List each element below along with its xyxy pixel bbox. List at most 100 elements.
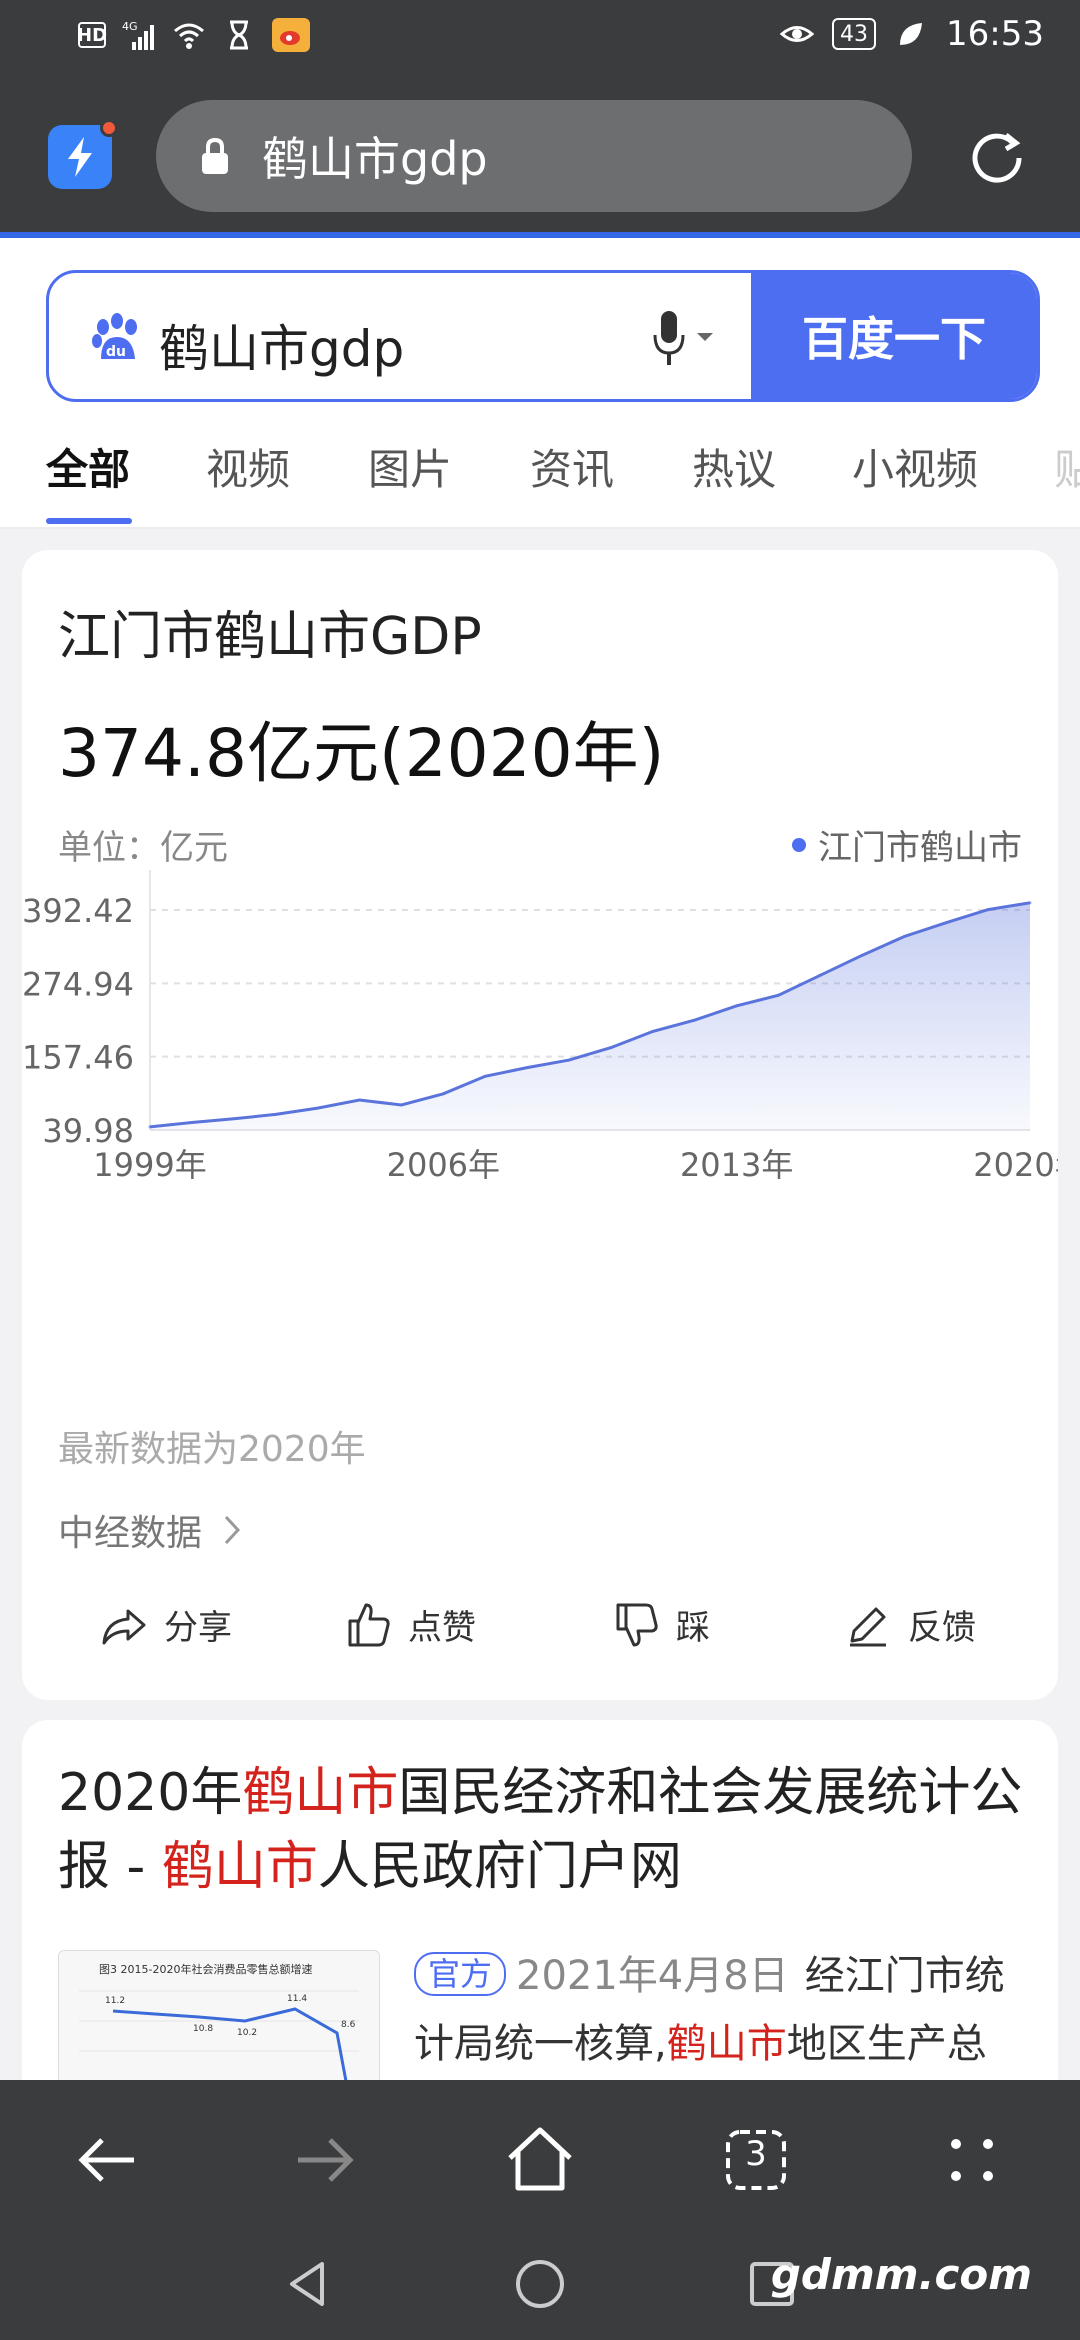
thumbnail-chart-image: 图3 2015-2020年社会消费品零售总额增速 11.2 10.8 10.2 … bbox=[79, 1962, 359, 2080]
latest-data-note: 最新数据为2020年 bbox=[58, 1429, 366, 1470]
tab-news[interactable]: 资讯 bbox=[530, 436, 614, 497]
official-badge: 官方 bbox=[414, 1952, 507, 1996]
data-point bbox=[399, 1103, 403, 1107]
search-box[interactable]: du 鹤山市gdp 百度一下 bbox=[46, 270, 1040, 402]
tab-all[interactable]: 全部 bbox=[46, 436, 130, 497]
tab-short-video[interactable]: 小视频 bbox=[852, 436, 978, 497]
thumbnail-caption: 图3 2015-2020年社会消费品零售总额增速 bbox=[99, 1962, 312, 1976]
browser-toolbar: 鹤山市gdp bbox=[0, 75, 1080, 235]
system-nav-bar: gdmm.com bbox=[0, 2230, 1080, 2340]
forward-arrow-icon[interactable] bbox=[284, 2120, 364, 2200]
thumbnail-value: 8.6 bbox=[341, 2020, 356, 2030]
x-tick-label: 2006年 bbox=[387, 1146, 500, 1184]
data-point bbox=[777, 993, 781, 997]
search-input[interactable]: 鹤山市gdp bbox=[159, 309, 404, 381]
search-button[interactable]: 百度一下 bbox=[751, 273, 1037, 399]
dislike-label: 踩 bbox=[676, 1608, 710, 1648]
x-tick-label: 2013年 bbox=[680, 1146, 793, 1184]
thumbs-down-icon bbox=[616, 1603, 658, 1646]
data-point bbox=[902, 934, 906, 938]
data-point bbox=[944, 921, 948, 925]
hourglass-icon bbox=[222, 18, 256, 52]
address-bar[interactable]: 鹤山市gdp bbox=[156, 100, 912, 212]
data-point bbox=[1028, 901, 1032, 905]
search-tabs: 全部 视频 图片 资讯 热议 小视频 贴 bbox=[0, 436, 1080, 528]
hd-icon: HD bbox=[77, 22, 107, 48]
address-text: 鹤山市gdp bbox=[262, 132, 488, 186]
tab-discussion[interactable]: 热议 bbox=[692, 436, 776, 497]
data-point bbox=[358, 1098, 362, 1102]
svg-text:du: du bbox=[106, 344, 126, 360]
search-result-card: 2020年鹤山市国民经济和社会发展统计公报 - 鹤山市人民政府门户网 图3 20… bbox=[22, 1720, 1058, 2080]
data-point bbox=[316, 1106, 320, 1110]
data-point bbox=[818, 973, 822, 977]
more-menu-icon[interactable] bbox=[932, 2120, 1012, 2200]
result-title-link[interactable]: 2020年鹤山市国民经济和社会发展统计公报 - 鹤山市人民政府门户网 bbox=[58, 1756, 1038, 1904]
signal-icon: 4G bbox=[122, 18, 156, 52]
gdp-area-chart[interactable]: 39.98 157.46 274.94 392.42 1999年 2006年 2013年 2… bbox=[22, 870, 1058, 1330]
status-time: 16:53 bbox=[946, 14, 1044, 54]
text-segment: 人民政府门户网 bbox=[317, 1837, 682, 1897]
system-back-icon[interactable] bbox=[280, 2256, 336, 2312]
data-point bbox=[567, 1058, 571, 1062]
status-left-icons: HD 4G bbox=[77, 18, 310, 52]
dislike-button[interactable]: 踩 bbox=[612, 1600, 710, 1649]
data-source-link[interactable]: 中经数据 bbox=[58, 1504, 242, 1556]
like-button[interactable]: 点赞 bbox=[344, 1600, 476, 1649]
chevron-right-icon bbox=[224, 1515, 241, 1545]
result-snippet: 官方 2021年4月8日 经江门市统计局统一核算,鹤山市地区生产总 bbox=[414, 1942, 1034, 2078]
browser-app-icon[interactable] bbox=[48, 119, 118, 189]
active-tab-indicator bbox=[46, 518, 132, 524]
share-label: 分享 bbox=[164, 1608, 232, 1648]
tabs-switcher-button[interactable]: 3 bbox=[716, 2120, 796, 2200]
tab-tieba[interactable]: 贴 bbox=[1054, 436, 1080, 497]
battery-indicator: 43 bbox=[832, 18, 877, 50]
text-segment: 2020年 bbox=[58, 1763, 243, 1823]
thumbs-up-icon bbox=[348, 1603, 390, 1646]
watermark: gdmm.com bbox=[770, 2250, 1032, 2299]
legend-dot bbox=[792, 837, 806, 852]
data-point bbox=[232, 1117, 236, 1121]
baidu-paw-icon: du bbox=[92, 313, 137, 360]
unit-label: 单位：亿元 bbox=[58, 828, 228, 868]
thumbnail-value: 10.8 bbox=[193, 2024, 213, 2034]
leaf-icon bbox=[894, 17, 928, 51]
home-icon[interactable] bbox=[500, 2120, 580, 2200]
data-point bbox=[735, 1004, 739, 1008]
result-date: 2021年4月8日 bbox=[516, 1953, 789, 1999]
status-bar: HD 4G 43 16:53 bbox=[0, 0, 1080, 75]
microphone-icon[interactable] bbox=[649, 309, 719, 369]
x-tick-label: 2020年 bbox=[973, 1146, 1058, 1184]
data-point bbox=[148, 1125, 152, 1129]
reload-icon[interactable] bbox=[964, 125, 1030, 191]
tabs-count: 3 bbox=[745, 2134, 767, 2174]
tabs-divider bbox=[0, 527, 1080, 529]
feedback-label: 反馈 bbox=[908, 1608, 976, 1648]
system-home-icon[interactable] bbox=[512, 2256, 568, 2312]
data-point bbox=[693, 1018, 697, 1022]
x-tick-label: 1999年 bbox=[93, 1146, 206, 1184]
pencil-icon bbox=[850, 1607, 886, 1646]
result-thumbnail[interactable]: 图3 2015-2020年社会消费品零售总额增速 11.2 10.8 10.2 … bbox=[58, 1950, 380, 2080]
share-button[interactable]: 分享 bbox=[100, 1600, 232, 1649]
card-title[interactable]: 江门市鹤山市GDP bbox=[58, 594, 482, 669]
back-arrow-icon[interactable] bbox=[68, 2120, 148, 2200]
wifi-icon bbox=[172, 18, 206, 52]
highlighted-keyword: 鹤山市 bbox=[161, 1837, 318, 1897]
thumbnail-value: 11.4 bbox=[287, 1994, 307, 2004]
eye-comfort-icon bbox=[780, 17, 815, 51]
data-point bbox=[986, 908, 990, 912]
weibo-app-icon bbox=[272, 18, 310, 52]
source-name: 中经数据 bbox=[58, 1513, 203, 1554]
data-point bbox=[609, 1046, 613, 1050]
lock-icon bbox=[202, 137, 228, 174]
data-point bbox=[190, 1120, 194, 1124]
gdp-card: 江门市鹤山市GDP 374.8亿元(2020年) 单位：亿元 江门市鹤山市 39… bbox=[22, 550, 1058, 1700]
tab-images[interactable]: 图片 bbox=[368, 436, 452, 497]
series-area-fill bbox=[150, 902, 1030, 1130]
chart-legend: 江门市鹤山市 bbox=[792, 820, 1022, 869]
search-header: du 鹤山市gdp 百度一下 全部 视频 图片 资讯 热议 小视频 贴 bbox=[0, 238, 1080, 529]
tab-video[interactable]: 视频 bbox=[206, 436, 290, 497]
data-point bbox=[441, 1092, 445, 1096]
feedback-button[interactable]: 反馈 bbox=[844, 1600, 976, 1649]
